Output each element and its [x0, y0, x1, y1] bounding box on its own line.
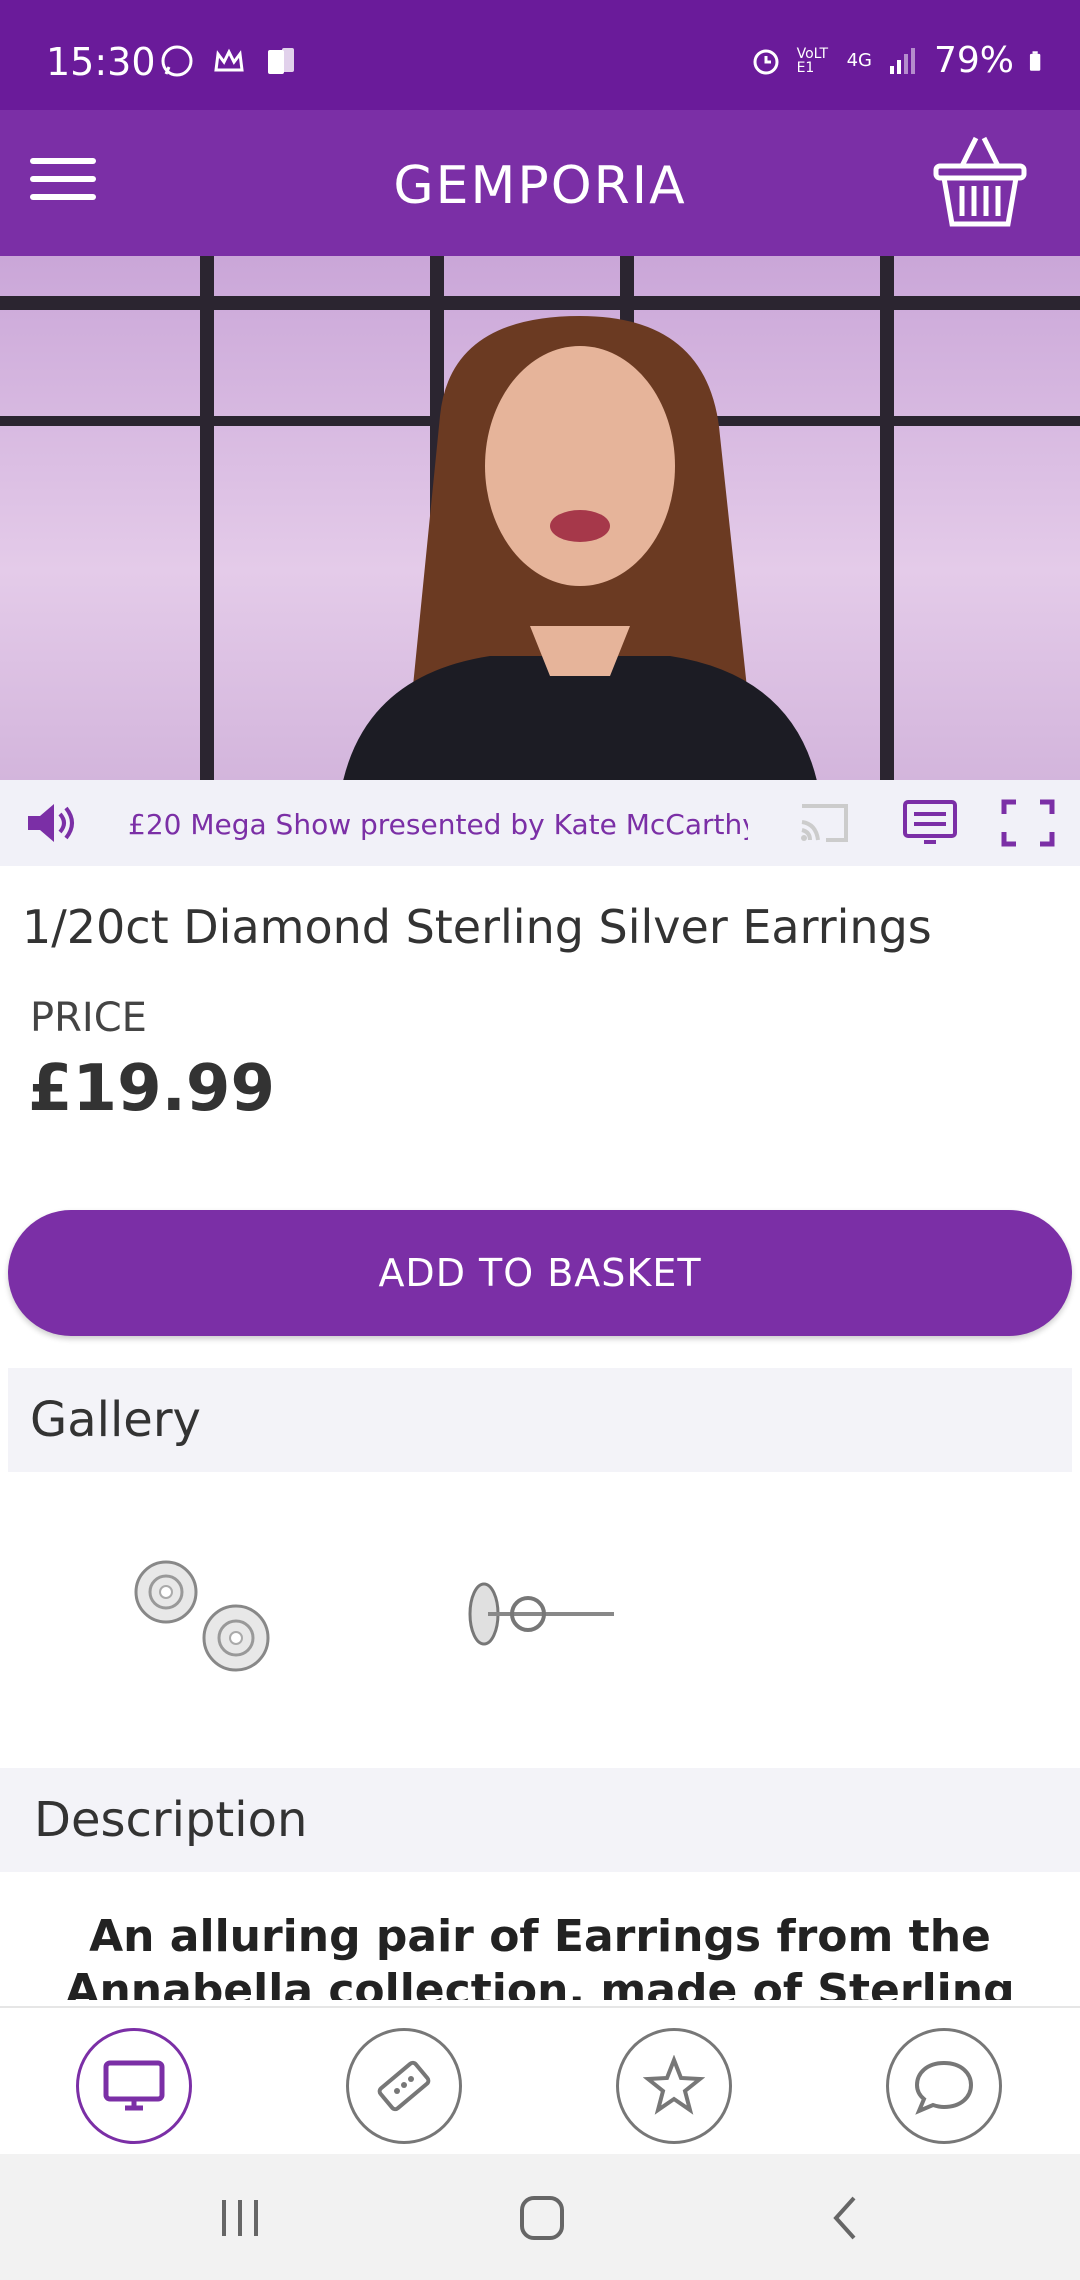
subtitles-icon[interactable]	[902, 798, 958, 848]
basket-icon[interactable]	[932, 132, 1028, 232]
nav-remote[interactable]	[346, 2028, 462, 2144]
app-title: GEMPORIA	[393, 156, 687, 216]
live-video[interactable]	[0, 256, 1080, 780]
crown-icon	[214, 48, 244, 72]
status-bar: 15:30 VoLTE1 4G 79%	[0, 0, 1080, 110]
presenter-image	[343, 316, 817, 780]
fullscreen-icon[interactable]	[1000, 798, 1056, 848]
alarm-icon	[753, 49, 779, 74]
nav-tv[interactable]	[76, 2028, 192, 2144]
recent-apps-icon[interactable]	[210, 2190, 270, 2246]
description-text: An alluring pair of Earrings from the An…	[65, 1911, 1015, 2000]
add-to-basket-button[interactable]: ADD TO BASKET	[8, 1210, 1072, 1336]
star-icon	[643, 2055, 705, 2115]
description-heading: Description	[0, 1768, 1080, 1872]
battery-icon	[1029, 50, 1041, 71]
product-price: £19.99	[28, 1052, 275, 1126]
gallery-thumb-front[interactable]	[120, 1550, 290, 1680]
tv-icon	[103, 2060, 165, 2111]
cast-icon[interactable]	[796, 798, 852, 848]
remote-icon	[377, 2060, 431, 2112]
video-controls: £20 Mega Show presented by Kate McCarthy	[0, 780, 1080, 866]
gallery-heading: Gallery	[8, 1368, 1072, 1472]
nav-chat[interactable]	[886, 2028, 1002, 2144]
whatsapp-icon	[161, 45, 193, 77]
signal-icon	[889, 47, 915, 74]
show-ticker: £20 Mega Show presented by Kate McCarthy	[128, 808, 748, 841]
notification-icons	[160, 44, 298, 78]
product-title: 1/20ct Diamond Sterling Silver Earrings	[22, 900, 932, 954]
cards-icon	[268, 48, 294, 74]
bottom-nav	[0, 2006, 1080, 2154]
price-label: PRICE	[30, 995, 147, 1041]
app-bar: GEMPORIA	[0, 110, 1080, 256]
battery-percent: 79%	[933, 40, 1014, 81]
gallery-thumb-side[interactable]	[458, 1560, 628, 1690]
back-icon[interactable]	[816, 2190, 876, 2246]
volume-icon[interactable]	[24, 798, 80, 848]
home-icon[interactable]	[512, 2190, 572, 2246]
system-nav-bar	[0, 2154, 1080, 2280]
system-status-icons: VoLTE1 4G 79%	[749, 40, 1050, 81]
chat-icon	[914, 2060, 974, 2115]
nav-favourites[interactable]	[616, 2028, 732, 2144]
volte-label: VoLTE1	[796, 45, 829, 76]
status-time: 15:30	[46, 40, 156, 84]
network-label: 4G	[846, 50, 872, 71]
